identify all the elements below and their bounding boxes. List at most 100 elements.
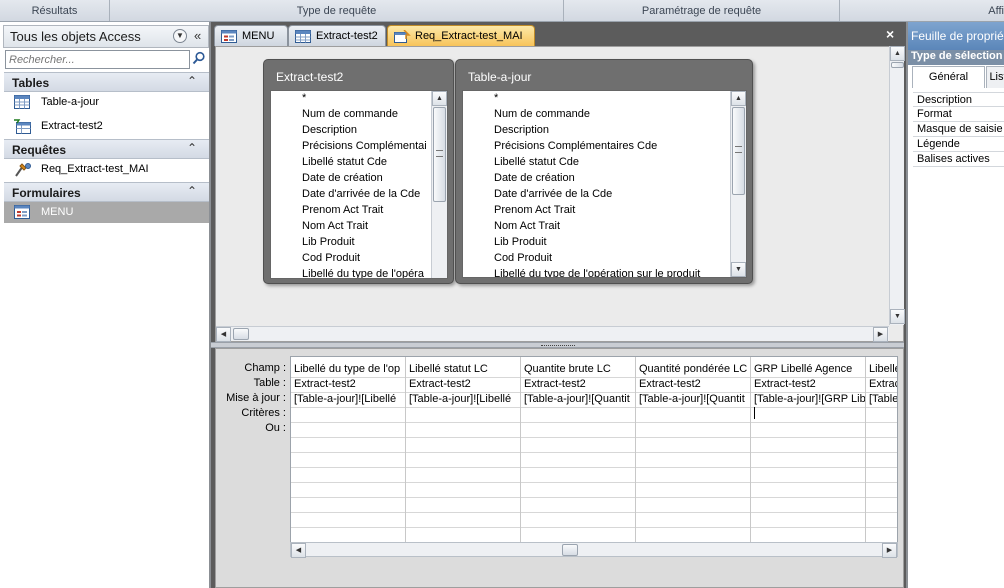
field-item[interactable]: Libellé statut Cde (302, 156, 387, 168)
scroll-up-button[interactable]: ▲ (731, 91, 746, 106)
tab-req-extract-test-mai[interactable]: Req_Extract-test_MAI (387, 25, 535, 46)
chevron-up-icon[interactable]: ⌃ (187, 141, 197, 155)
grid-cell-champ[interactable]: GRP Libellé Agence (751, 362, 865, 377)
property-masque-de-saisie[interactable]: Masque de saisie (913, 122, 1004, 137)
grid-cell-mise-a-jour[interactable]: [Table-a-jour]![Quantit (636, 392, 750, 407)
grid-cell-champ[interactable]: Quantité pondérée LC (636, 362, 750, 377)
collapse-pane-icon[interactable]: « (194, 28, 201, 43)
scroll-left-button[interactable]: ◀ (216, 327, 231, 342)
field-item[interactable]: Num de commande (494, 108, 590, 120)
grid-horizontal-scrollbar[interactable]: ◀ ▶ (290, 542, 898, 558)
field-item[interactable]: Num de commande (302, 108, 398, 120)
property-legende[interactable]: Légende (913, 137, 1004, 152)
field-item[interactable]: Libellé du type de l'opéra (302, 268, 424, 278)
scroll-left-button[interactable]: ◀ (291, 543, 306, 558)
grid-column[interactable]: Libelle Extrac [Table (866, 357, 897, 542)
tab-menu[interactable]: MENU (214, 25, 288, 46)
field-list[interactable]: * Num de commande Description Précisions… (462, 90, 747, 278)
scroll-thumb[interactable] (233, 328, 249, 340)
grid-cell-table[interactable]: Extrac (866, 377, 897, 392)
grid-column[interactable]: GRP Libellé Agence Extract-test2 [Table-… (751, 357, 866, 542)
nav-search-box[interactable] (5, 50, 190, 69)
grid-cell-table[interactable]: Extract-test2 (406, 377, 520, 392)
scroll-thumb[interactable] (891, 62, 904, 68)
field-item[interactable]: Nom Act Trait (302, 220, 368, 232)
scroll-right-button[interactable]: ▶ (873, 327, 888, 342)
search-icon[interactable] (192, 51, 206, 67)
grid-column[interactable]: Quantité pondérée LC Extract-test2 [Tabl… (636, 357, 751, 542)
field-item[interactable]: Nom Act Trait (494, 220, 560, 232)
grid-cell-table[interactable]: Extract-test2 (636, 377, 750, 392)
grid-cell-mise-a-jour[interactable]: [Table-a-jour]![Quantit (521, 392, 635, 407)
design-area-horizontal-scrollbar[interactable]: ◀ ▶ (216, 326, 889, 342)
field-list-scrollbar[interactable]: ▲ ▼ (730, 91, 746, 277)
splitter-grip[interactable] (541, 343, 575, 346)
field-item[interactable]: Prenom Act Trait (494, 204, 575, 216)
field-item[interactable]: Description (494, 124, 549, 136)
scroll-thumb[interactable] (433, 107, 446, 202)
grid-cell-mise-a-jour[interactable]: [Table (866, 392, 897, 407)
field-item[interactable]: Description (302, 124, 357, 136)
scroll-right-button[interactable]: ▶ (882, 543, 897, 558)
tab-liste[interactable]: List (986, 66, 1004, 88)
chevron-up-icon[interactable]: ⌃ (187, 184, 197, 198)
field-item[interactable]: Date de création (494, 172, 575, 184)
field-item[interactable]: Prenom Act Trait (302, 204, 383, 216)
grid-cell-champ[interactable]: Libellé du type de l'op (291, 362, 405, 377)
nav-item-menu[interactable]: MENU (4, 202, 209, 223)
chevron-up-icon[interactable]: ⌃ (187, 74, 197, 88)
scroll-up-button[interactable]: ▲ (890, 46, 905, 61)
field-item[interactable]: Lib Produit (494, 236, 547, 248)
field-item[interactable]: Précisions Complémentaires Cde (494, 140, 657, 152)
field-item[interactable]: Date d'arrivée de la Cde (494, 188, 612, 200)
grid-cell-champ[interactable]: Quantite brute LC (521, 362, 635, 377)
field-item[interactable]: Précisions Complémentai (302, 140, 427, 152)
scroll-thumb[interactable] (562, 544, 578, 556)
field-item[interactable]: Date de création (302, 172, 383, 184)
grid-column[interactable]: Libellé du type de l'op Extract-test2 [T… (291, 357, 406, 542)
nav-item-extract-test2[interactable]: Extract-test2 (4, 116, 209, 137)
design-area-vertical-scrollbar[interactable]: ▲ ▼ (889, 46, 905, 325)
close-icon[interactable]: × (886, 26, 894, 42)
grid-cell-mise-a-jour[interactable]: [Table-a-jour]![GRP Lib (751, 392, 865, 407)
tab-extract-test2[interactable]: Extract-test2 (288, 25, 386, 46)
scroll-down-button[interactable]: ▼ (890, 309, 905, 324)
field-item[interactable]: Lib Produit (302, 236, 355, 248)
query-design-grid[interactable]: Libellé du type de l'op Extract-test2 [T… (290, 356, 898, 543)
nav-item-req-extract-test-mai[interactable]: Req_Extract-test_MAI (4, 159, 209, 180)
grid-cell-table[interactable]: Extract-test2 (291, 377, 405, 392)
grid-column[interactable]: Libellé statut LC Extract-test2 [Table-a… (406, 357, 521, 542)
field-item[interactable]: * (302, 92, 306, 104)
field-item[interactable]: Cod Produit (302, 252, 360, 264)
field-list-extract-test2[interactable]: Extract-test2 * Num de commande Descript… (263, 59, 454, 284)
grid-cell-table[interactable]: Extract-test2 (751, 377, 865, 392)
property-balises-actives[interactable]: Balises actives (913, 152, 1004, 167)
scroll-down-button[interactable]: ▼ (731, 262, 746, 277)
field-item[interactable]: Cod Produit (494, 252, 552, 264)
field-list[interactable]: * Num de commande Description Précisions… (270, 90, 448, 279)
grid-cell-champ[interactable]: Libellé statut LC (406, 362, 520, 377)
chevron-down-icon[interactable]: ▼ (173, 29, 187, 43)
nav-section-requetes[interactable]: Requêtes ⌃ (4, 139, 209, 159)
grid-cell-mise-a-jour[interactable]: [Table-a-jour]![Libellé (291, 392, 405, 407)
scroll-up-button[interactable]: ▲ (432, 91, 447, 106)
field-list-table-a-jour[interactable]: Table-a-jour * Num de commande Descripti… (455, 59, 753, 284)
nav-pane-header[interactable]: Tous les objets Access ▼ « (3, 25, 209, 48)
field-item[interactable]: * (494, 92, 498, 104)
nav-search-input[interactable] (6, 51, 189, 68)
field-item[interactable]: Libellé du type de l'opération sur le pr… (494, 268, 700, 277)
nav-section-formulaires[interactable]: Formulaires ⌃ (4, 182, 209, 202)
nav-item-table-a-jour[interactable]: Table-a-jour (4, 92, 209, 113)
field-item[interactable]: Date d'arrivée de la Cde (302, 188, 420, 200)
grid-cell-table[interactable]: Extract-test2 (521, 377, 635, 392)
property-description[interactable]: Description (913, 92, 1004, 107)
nav-section-tables[interactable]: Tables ⌃ (4, 72, 209, 92)
grid-cell-champ[interactable]: Libelle (866, 362, 897, 377)
tab-general[interactable]: Général (912, 66, 985, 88)
grid-cell-mise-a-jour[interactable]: [Table-a-jour]![Libellé (406, 392, 520, 407)
field-item[interactable]: Libellé statut Cde (494, 156, 579, 168)
grid-column[interactable]: Quantite brute LC Extract-test2 [Table-a… (521, 357, 636, 542)
property-format[interactable]: Format (913, 107, 1004, 122)
field-list-scrollbar[interactable]: ▲ (431, 91, 447, 278)
scroll-thumb[interactable] (732, 107, 745, 195)
